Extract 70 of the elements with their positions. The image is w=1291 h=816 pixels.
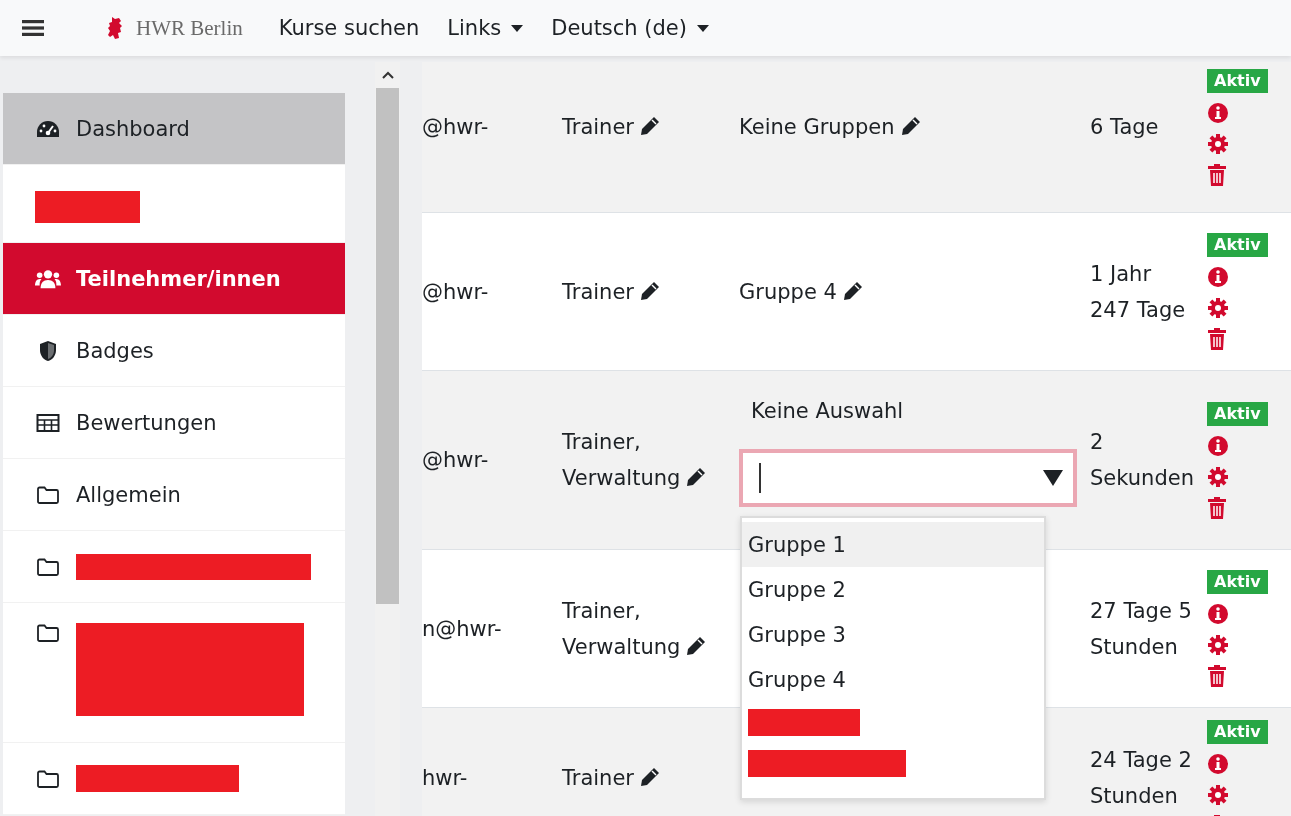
status-badge: Aktiv [1207, 401, 1268, 426]
pencil-icon[interactable] [900, 116, 921, 136]
folder-icon [36, 768, 60, 789]
folder-icon [36, 484, 60, 505]
info-icon[interactable] [1207, 101, 1229, 124]
dropdown-option[interactable]: Gruppe 1 [742, 522, 1044, 567]
time-cell-text: 24 Tage 2 Stunden [1090, 747, 1193, 810]
sidebar-item[interactable]: Dashboard [3, 93, 345, 165]
selection-label: Keine Auswahl [751, 398, 904, 425]
status-badge: Aktiv [1207, 68, 1268, 93]
role-cell: Trainer [562, 109, 739, 145]
role-cell: Trainer, Verwaltung [562, 424, 739, 496]
text-cursor [759, 463, 761, 493]
dropdown-option[interactable]: Gruppe 4 [742, 657, 1044, 702]
brand-name[interactable]: HWR Berlin [136, 15, 243, 41]
settings-icon[interactable] [1207, 634, 1229, 656]
scrollbar-thumb[interactable] [376, 88, 399, 604]
sidebar-item[interactable]: Allgemein [3, 459, 345, 531]
pencil-icon[interactable] [639, 116, 660, 136]
status-badge: Aktiv [1207, 570, 1268, 594]
email-cell-text: @hwr- [422, 447, 490, 474]
sidebar-item[interactable]: Bewertungen [3, 387, 345, 459]
group-cell: Keine Gruppen [739, 115, 895, 139]
info-icon[interactable] [1207, 266, 1229, 288]
sidebar-item[interactable]: Badges [3, 315, 345, 387]
pencil-icon[interactable] [686, 467, 707, 487]
dropdown-option[interactable]: Gruppe 3 [742, 612, 1044, 657]
info-icon[interactable] [1207, 752, 1229, 775]
trash-icon[interactable] [1207, 328, 1227, 350]
folder-icon [36, 623, 60, 643]
settings-icon[interactable] [1207, 132, 1229, 155]
dropdown-option[interactable]: Gruppe 2 [742, 567, 1044, 612]
role-cell: Trainer [562, 760, 739, 796]
settings-icon[interactable] [1207, 783, 1229, 806]
role-cell: Trainer [562, 273, 739, 310]
time-cell-text: 1 Jahr 247 Tage [1090, 260, 1187, 324]
settings-icon[interactable] [1207, 465, 1229, 488]
time-cell-text: 2 Sekunden [1090, 429, 1195, 492]
group-select-field[interactable] [739, 449, 1077, 507]
info-icon[interactable] [1207, 434, 1229, 457]
email-cell-text: @hwr- [422, 278, 490, 306]
nav-link[interactable]: Kurse suchen [278, 16, 420, 40]
pencil-icon[interactable] [686, 635, 707, 656]
dropdown-arrow-icon [1043, 470, 1063, 486]
pencil-icon[interactable] [639, 767, 660, 787]
pencil-icon[interactable] [639, 280, 660, 301]
status-badge: Aktiv [1207, 233, 1268, 257]
group-cell: Gruppe 4 [739, 279, 837, 304]
trash-icon[interactable] [1207, 665, 1227, 687]
dashboard-icon [35, 118, 61, 139]
pencil-icon[interactable] [842, 280, 863, 301]
folder-icon [36, 556, 60, 577]
menu-icon[interactable] [22, 19, 44, 37]
time-cell-text: 6 Tage [1090, 114, 1160, 141]
users-icon [35, 267, 61, 290]
info-icon[interactable] [1207, 603, 1229, 625]
role-cell: Trainer, Verwaltung [562, 592, 739, 665]
table-icon [36, 412, 60, 433]
settings-icon[interactable] [1207, 297, 1229, 319]
email-cell-text: hwr- [422, 765, 469, 792]
trash-icon[interactable] [1207, 163, 1227, 186]
shield-icon [38, 339, 58, 362]
time-cell-text: 27 Tage 5 Stunden [1090, 597, 1193, 661]
dropdown-menu-link[interactable]: Links [447, 16, 524, 40]
email-cell-text: @hwr- [422, 114, 490, 141]
status-badge: Aktiv [1207, 719, 1268, 744]
sidebar-item[interactable]: Teilnehmer/innen [3, 243, 345, 315]
email-cell-text: n@hwr- [422, 615, 503, 643]
trash-icon[interactable] [1207, 496, 1227, 519]
dropdown-menu-link[interactable]: Deutsch (de) [551, 16, 709, 40]
